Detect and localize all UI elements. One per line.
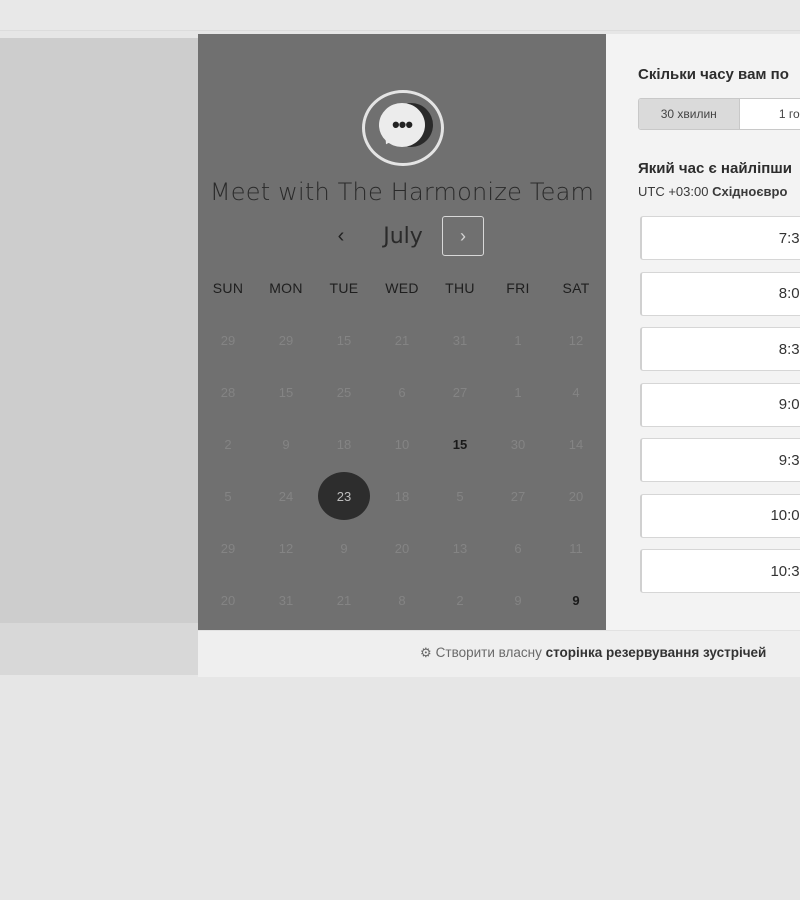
weekday-tue: TUE	[329, 280, 359, 296]
calendar-day: 24	[278, 488, 294, 504]
calendar-day: 6	[398, 384, 406, 400]
time-slot-list: 7:30 8:00 8:30 9:00 9:30 10:00 10:30	[640, 216, 800, 605]
time-slot-button[interactable]: 9:00	[640, 382, 800, 427]
calendar-day-selected[interactable]: 23	[315, 470, 373, 522]
weekday-header: SUN MON TUE WED THU FRI SAT	[199, 280, 605, 296]
time-selection-panel: Скільки часу вам по 30 хвилин 1 го Який …	[606, 34, 800, 630]
calendar-day: 29	[220, 332, 236, 348]
footer-text: Створити власну	[435, 645, 542, 660]
calendar-day: 5	[456, 488, 464, 504]
time-slot-button[interactable]: 8:30	[640, 327, 800, 371]
calendar-day: 9	[282, 436, 290, 452]
left-background-panel	[0, 38, 198, 623]
avatar: •••	[362, 90, 444, 166]
time-question: Який час є найліпши	[638, 160, 793, 177]
calendar-day: 31	[278, 592, 294, 608]
duration-selector: 30 хвилин 1 го	[638, 98, 800, 130]
calendar-day: 27	[510, 488, 526, 504]
calendar-day: 1	[514, 332, 522, 348]
calendar-day: 5	[224, 488, 232, 504]
calendar-grid: 29 29 15 21 31 1 12 28 15 25 6 27 1 4 2 …	[199, 314, 605, 626]
calendar-day: 15	[336, 332, 352, 348]
chevron-left-icon: ‹	[337, 225, 345, 247]
page-title: Meet with The Harmonize Team	[209, 178, 595, 206]
calendar-day: 21	[394, 332, 410, 348]
weekday-sun: SUN	[212, 280, 244, 296]
next-month-button[interactable]: ›	[442, 216, 484, 256]
calendar-day: 13	[452, 540, 468, 556]
time-slot-button[interactable]: 9:30	[640, 438, 800, 482]
duration-question: Скільки часу вам по	[638, 66, 789, 83]
hubspot-icon: ⚙	[420, 645, 432, 660]
calendar-day: 9	[514, 592, 522, 608]
calendar-day: 6	[514, 540, 522, 556]
chevron-right-icon: ›	[460, 226, 466, 246]
weekday-fri: FRI	[506, 280, 530, 296]
time-slot-button[interactable]: 10:00	[640, 493, 800, 538]
calendar-day: 9	[340, 540, 348, 556]
calendar-day: 29	[278, 332, 294, 348]
duration-option-1-hour[interactable]: 1 го	[739, 99, 800, 129]
calendar-day: 1	[514, 384, 522, 400]
calendar-day: 29	[220, 540, 236, 556]
calendar-day: 15	[278, 384, 294, 400]
calendar-day: 28	[220, 384, 236, 400]
calendar-day: 2	[456, 592, 464, 608]
time-slot-button[interactable]: 7:30	[640, 216, 800, 260]
month-label: July	[383, 224, 423, 249]
calendar-day: 10	[394, 436, 410, 452]
calendar-day: 20	[394, 540, 410, 556]
calendar-panel: ••• Meet with The Harmonize Team ‹ July …	[198, 34, 606, 630]
time-slot-button[interactable]: 8:00	[640, 271, 800, 316]
calendar-day: 31	[452, 332, 468, 348]
footer: ⚙ Створити власну сторінка резервування з…	[198, 630, 800, 677]
calendar-day: 18	[336, 436, 352, 452]
calendar-day: 18	[394, 488, 410, 504]
timezone-label[interactable]: UTC +03:00 Східноєвро	[638, 184, 787, 199]
weekday-sat: SAT	[562, 280, 590, 296]
timezone-name: Східноєвро	[712, 184, 788, 199]
calendar-day: 20	[220, 592, 236, 608]
calendar-day: 20	[568, 488, 584, 504]
calendar-day: 12	[568, 332, 584, 348]
time-slot-button[interactable]: 10:30	[640, 549, 800, 593]
timezone-offset: UTC +03:00	[638, 184, 709, 199]
weekday-thu: THU	[445, 280, 475, 296]
calendar-day: 14	[568, 436, 584, 452]
calendar-day: 2	[224, 436, 232, 452]
calendar-day: 30	[510, 436, 526, 452]
calendar-day: 4	[572, 384, 580, 400]
left-bottom-strip	[0, 623, 198, 675]
duration-option-30-min[interactable]: 30 хвилин	[639, 99, 740, 129]
calendar-day: 12	[278, 540, 294, 556]
weekday-wed: WED	[385, 280, 419, 296]
calendar-day: 25	[336, 384, 352, 400]
calendar-day-available[interactable]: 9	[547, 574, 605, 626]
calendar-day-available[interactable]: 15	[431, 418, 489, 470]
calendar-day: 11	[569, 540, 583, 556]
top-strip	[0, 0, 800, 31]
footer-link[interactable]: сторінка резервування зустрічей	[546, 645, 767, 660]
chat-dots-icon: •••	[391, 112, 413, 137]
calendar-day: 27	[452, 384, 468, 400]
weekday-mon: MON	[269, 280, 303, 296]
calendar-day: 21	[336, 592, 352, 608]
footer-promo: ⚙ Створити власну сторінка резервування з…	[420, 645, 766, 661]
calendar-day: 8	[398, 592, 406, 608]
prev-month-button[interactable]: ‹	[328, 222, 354, 250]
booking-card: ••• Meet with The Harmonize Team ‹ July …	[198, 34, 800, 630]
